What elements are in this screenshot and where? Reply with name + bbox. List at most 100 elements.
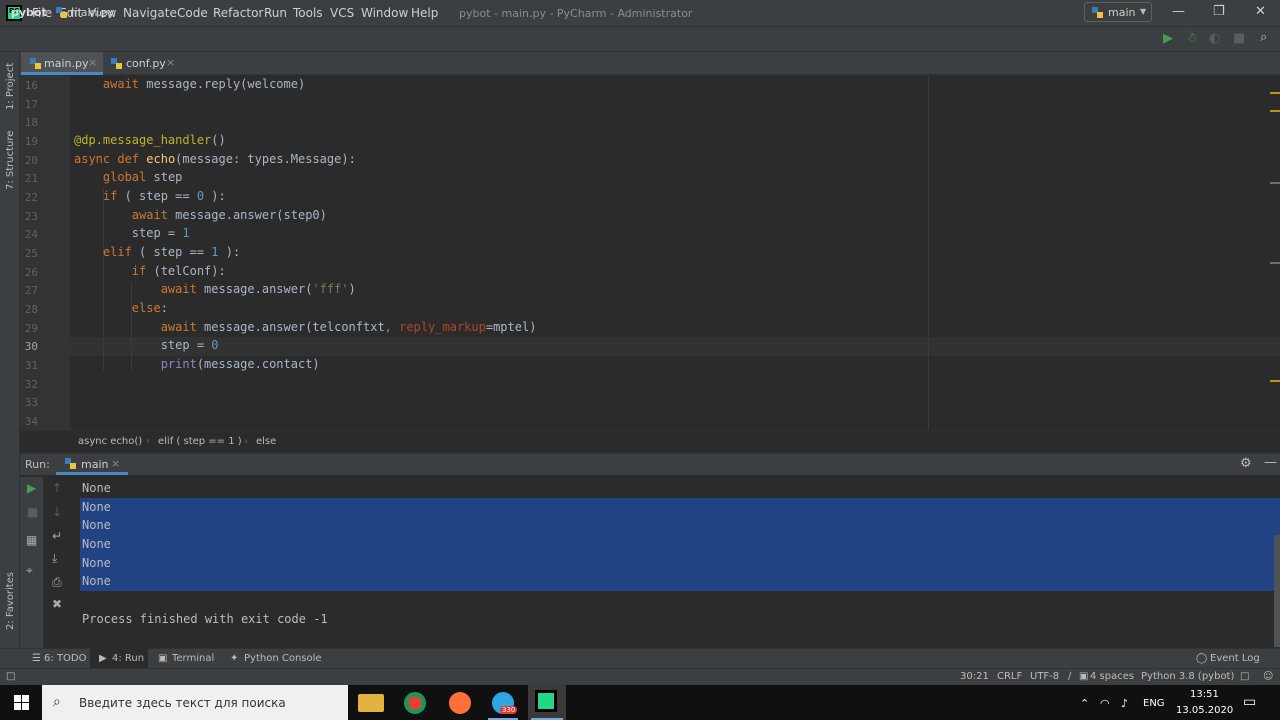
todo-icon: ☰ [32,653,41,664]
breadcrumb-file[interactable]: main.py [70,6,114,19]
chevron-right-icon: › [45,5,50,18]
file-explorer-icon[interactable] [358,694,384,712]
code-line[interactable]: await message.answer(telconftxt, reply_m… [74,320,537,334]
wifi-icon[interactable]: ◠ [1100,697,1110,710]
rerun-icon[interactable]: ▶ [27,481,36,495]
console-scrollbar[interactable] [1274,535,1280,647]
code-line[interactable]: print(message.contact) [74,357,320,371]
menu-tools[interactable]: Tools [293,6,323,20]
readonly-toggle-icon[interactable]: ∕ [1068,671,1071,682]
python-file-icon [30,58,41,69]
arrow-down-icon[interactable]: ↓ [52,505,62,519]
scroll-marker[interactable] [1270,262,1280,264]
search-icon[interactable]: ⌕ [1260,30,1267,45]
trash-icon[interactable]: ✖ [52,597,62,611]
python-console-tool-button[interactable]: Python Console [244,653,322,664]
chrome-icon[interactable] [404,692,426,714]
right-margin-guide [928,75,929,430]
stop-icon[interactable]: ■ [1233,31,1245,46]
indent-setting[interactable]: 4 spaces [1090,671,1134,682]
event-log-tool-button[interactable]: Event Log [1210,653,1260,664]
gear-icon[interactable]: ⚙ [1240,456,1252,471]
favorites-tool-button[interactable]: 2: Favorites [5,572,16,630]
run-icon[interactable]: ▶ [1163,31,1173,46]
clock-time[interactable]: 13:51 [1190,689,1219,700]
line-separator[interactable]: CRLF [997,671,1022,682]
close-icon[interactable]: ✕ [1255,4,1266,19]
code-line[interactable]: else: [74,301,168,315]
padlock-icon[interactable]: ▣ [1079,671,1088,682]
chevron-up-icon[interactable]: ⌃ [1080,697,1089,710]
scroll-marker[interactable] [1270,182,1280,184]
code-line[interactable]: elif ( step == 1 ): [74,245,240,259]
todo-tool-button[interactable]: 6: TODO [44,653,86,664]
clock-date[interactable]: 13.05.2020 [1176,705,1233,716]
menu-refactor[interactable]: Refactor [213,6,263,20]
python-console-icon: ✦ [230,653,239,664]
debug-icon[interactable]: ☃ [1186,31,1198,46]
menu-vcs[interactable]: VCS [330,6,354,20]
breadcrumb-item[interactable]: else [256,436,276,447]
maximize-icon[interactable]: ❐ [1213,4,1225,19]
code-line[interactable]: await message.reply(welcome) [74,77,305,91]
menu-run[interactable]: Run [264,6,287,20]
code-line[interactable]: step = 0 [74,338,219,352]
menu-code[interactable]: Code [177,6,208,20]
minimize-icon[interactable]: — [1172,4,1185,19]
warning-marker[interactable] [1270,380,1280,382]
active-tab-underline [56,472,128,475]
breadcrumb-item[interactable]: async echo() [78,436,142,447]
code-line[interactable]: if ( step == 0 ): [74,189,226,203]
project-tool-button[interactable]: 1: Project [5,63,16,110]
tab-label[interactable]: conf.py [126,57,166,70]
language-indicator[interactable]: ENG [1143,698,1165,709]
firefox-icon[interactable] [449,692,471,714]
python-file-icon [65,458,76,469]
line-number: 21 [24,172,38,185]
hide-panel-icon[interactable]: — [1264,455,1277,470]
warning-marker[interactable] [1270,110,1280,112]
pycharm-icon[interactable] [535,690,557,712]
line-number: 25 [24,247,38,260]
pin-icon[interactable]: ⌖ [26,563,33,578]
structure-tool-button[interactable]: 7: Structure [5,131,16,190]
menu-help[interactable]: Help [411,6,438,20]
code-line[interactable]: await message.answer(step0) [74,208,327,222]
file-encoding[interactable]: UTF-8 [1030,671,1059,682]
close-tab-icon[interactable]: × [166,56,175,69]
run-small-icon: ▶ [99,653,107,664]
code-line[interactable]: if (telConf): [74,264,226,278]
inspector-icon[interactable]: ☺ [1263,671,1273,682]
scroll-to-end-icon[interactable]: ⤓ [52,551,57,566]
close-tab-icon[interactable]: × [88,56,97,69]
stop-icon[interactable]: ■ [27,505,38,519]
windows-start-icon[interactable] [14,695,29,710]
speaker-icon[interactable]: ♪ [1121,697,1128,710]
lock-icon[interactable]: □ [1240,671,1249,682]
print-icon[interactable]: ⎙ [52,575,62,590]
breadcrumb-item[interactable]: elif ( step == 1 ) [158,436,242,447]
code-line[interactable]: @dp.message_handler() [74,133,226,147]
run-tool-button[interactable]: 4: Run [112,653,144,664]
breadcrumb-project[interactable]: pybot [11,6,47,19]
console-output-line: None [82,574,111,588]
layout-icon[interactable]: ▦ [26,533,37,547]
code-line[interactable]: async def echo(message: types.Message): [74,152,356,166]
notifications-icon[interactable]: ▭ [1243,694,1256,710]
menu-window[interactable]: Window [361,6,408,20]
arrow-up-icon[interactable]: ↑ [52,481,62,495]
warning-marker[interactable] [1270,92,1280,94]
menu-navigate[interactable]: Navigate [123,6,177,20]
code-line[interactable]: step = 1 [74,226,190,240]
code-line[interactable]: global step [74,170,182,184]
caret-position[interactable]: 30:21 [960,671,989,682]
soft-wrap-icon[interactable]: ↵ [52,529,62,543]
coverage-icon[interactable]: ◐ [1209,31,1220,46]
tab-label: main.py [44,57,89,70]
code-line[interactable]: await message.answer('fff') [74,282,356,296]
close-tab-icon[interactable]: × [111,457,120,470]
line-number: 17 [24,98,38,111]
toggle-panels-icon[interactable]: □ [6,671,15,682]
terminal-tool-button[interactable]: Terminal [172,653,214,664]
python-interpreter[interactable]: Python 3.8 (pybot) [1141,671,1234,682]
